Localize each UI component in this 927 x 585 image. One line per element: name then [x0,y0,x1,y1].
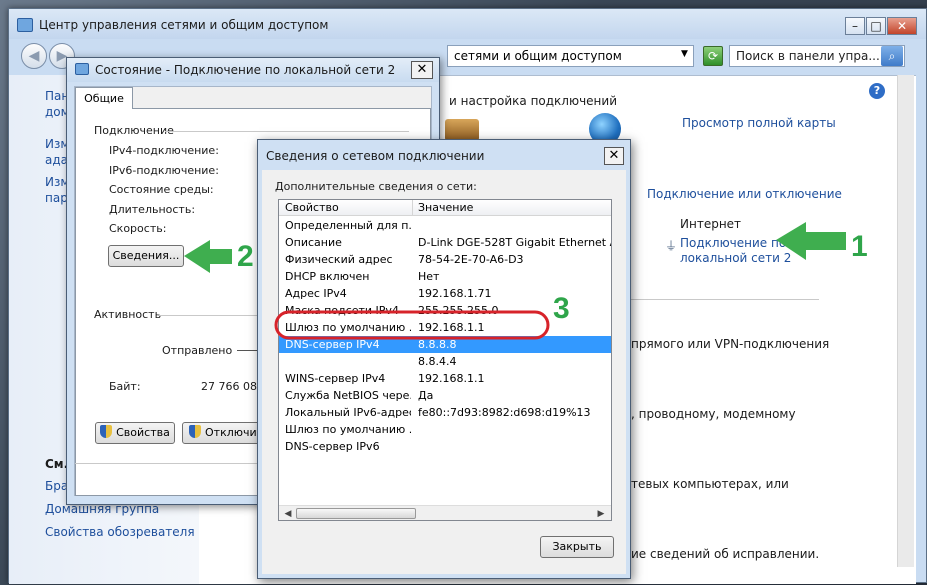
highlight-oval [274,310,550,340]
arrow-2-icon [184,240,232,273]
annotation-number-1: 1 [851,230,868,263]
arrow-1-icon [776,222,846,260]
annotation-layer [184,222,846,340]
annotation-number-3: 3 [553,292,570,325]
annotation-number-2: 2 [237,240,254,273]
